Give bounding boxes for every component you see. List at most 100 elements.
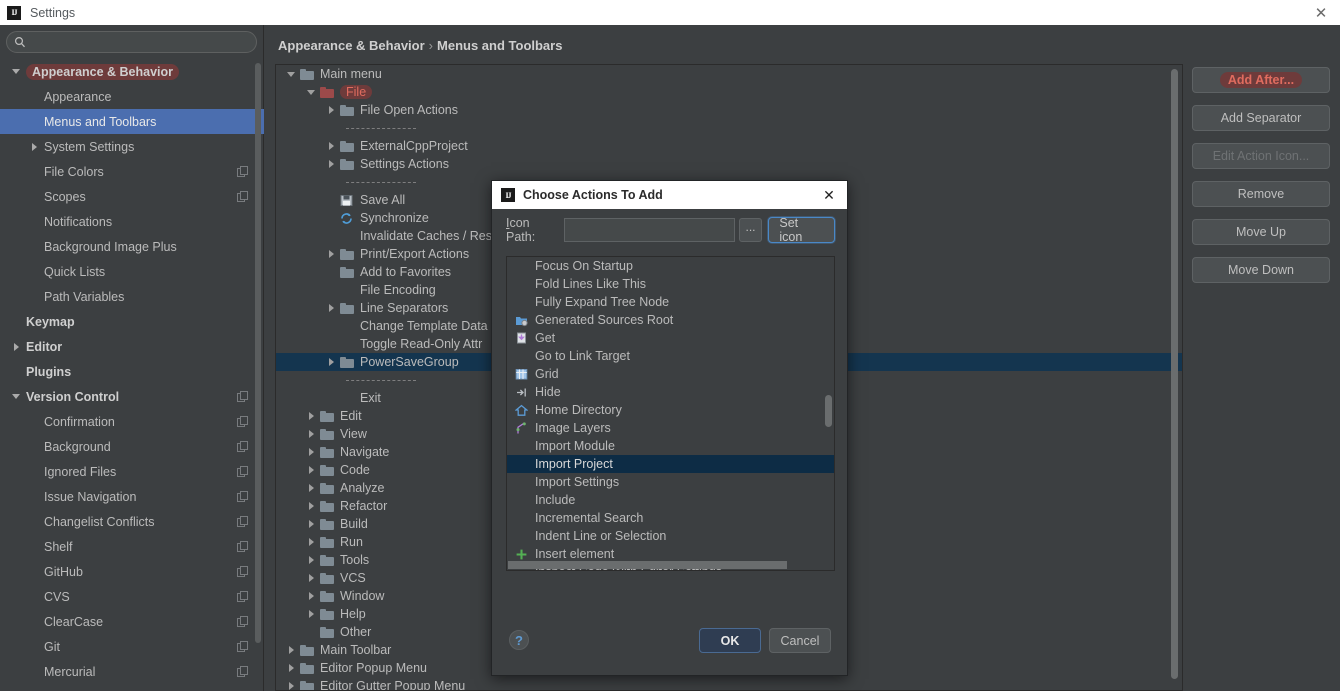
ok-button[interactable]: OK (699, 628, 761, 653)
sidebar-item-path-variables[interactable]: Path Variables (0, 284, 264, 309)
chevron-right-icon[interactable] (288, 664, 294, 672)
sidebar-item-clearcase[interactable]: ClearCase (0, 609, 264, 634)
action-list-item[interactable]: Home Directory (507, 401, 834, 419)
sidebar-item-system-settings[interactable]: System Settings (0, 134, 264, 159)
sidebar-item-shelf[interactable]: Shelf (0, 534, 264, 559)
chevron-down-icon[interactable] (12, 394, 20, 399)
search-input[interactable] (26, 35, 256, 49)
dialog-close-icon[interactable]: ✕ (821, 187, 837, 203)
sidebar-item-background-image-plus[interactable]: Background Image Plus (0, 234, 264, 259)
expander[interactable] (6, 69, 26, 74)
expander[interactable] (322, 250, 340, 258)
expander[interactable] (302, 610, 320, 618)
breadcrumb-parent[interactable]: Appearance & Behavior (278, 38, 425, 53)
copy-settings-icon[interactable] (237, 166, 248, 177)
expander[interactable] (282, 646, 300, 654)
copy-settings-icon[interactable] (237, 666, 248, 677)
copy-settings-icon[interactable] (237, 516, 248, 527)
expander[interactable] (302, 556, 320, 564)
chevron-right-icon[interactable] (13, 342, 19, 351)
action-list-item[interactable]: Get (507, 329, 834, 347)
expander[interactable] (302, 412, 320, 420)
sidebar-item-file-colors[interactable]: File Colors (0, 159, 264, 184)
chevron-right-icon[interactable] (288, 682, 294, 690)
remove-button[interactable]: Remove (1192, 181, 1330, 207)
menu-tree-row[interactable]: Editor Gutter Popup Menu (276, 677, 1182, 690)
copy-settings-icon[interactable] (237, 641, 248, 652)
sidebar-scrollbar-thumb[interactable] (255, 63, 261, 643)
copy-settings-icon[interactable] (237, 191, 248, 202)
sidebar-item-plugins[interactable]: Plugins (0, 359, 264, 384)
set-icon-button[interactable]: Set icon (768, 216, 836, 244)
chevron-right-icon[interactable] (308, 430, 314, 438)
expander[interactable] (302, 430, 320, 438)
sidebar-item-quick-lists[interactable]: Quick Lists (0, 259, 264, 284)
action-list-item[interactable]: Hide (507, 383, 834, 401)
chevron-right-icon[interactable] (31, 142, 37, 151)
add-separator-button[interactable]: Add Separator (1192, 105, 1330, 131)
sidebar-item-git[interactable]: Git (0, 634, 264, 659)
copy-settings-icon[interactable] (237, 491, 248, 502)
sidebar-item-version-control[interactable]: Version Control (0, 384, 264, 409)
chevron-right-icon[interactable] (308, 556, 314, 564)
action-list-item[interactable]: Include (507, 491, 834, 509)
menu-tree-row[interactable]: Settings Actions (276, 155, 1182, 173)
action-list-item[interactable]: Indent Line or Selection (507, 527, 834, 545)
cancel-button[interactable]: Cancel (769, 628, 831, 653)
search-box[interactable] (6, 31, 257, 53)
sidebar-item-issue-navigation[interactable]: Issue Navigation (0, 484, 264, 509)
expander[interactable] (322, 358, 340, 366)
chevron-right-icon[interactable] (308, 448, 314, 456)
copy-settings-icon[interactable] (237, 466, 248, 477)
help-button[interactable]: ? (509, 630, 529, 650)
chevron-right-icon[interactable] (328, 142, 334, 150)
chevron-right-icon[interactable] (328, 160, 334, 168)
sidebar-item-mercurial[interactable]: Mercurial (0, 659, 264, 684)
action-list-item[interactable]: Import Project (507, 455, 834, 473)
move-down-button[interactable]: Move Down (1192, 257, 1330, 283)
copy-settings-icon[interactable] (237, 591, 248, 602)
chevron-right-icon[interactable] (308, 412, 314, 420)
action-list-item[interactable]: Generated Sources Root (507, 311, 834, 329)
chevron-right-icon[interactable] (308, 538, 314, 546)
expander[interactable] (302, 89, 320, 95)
expander[interactable] (282, 664, 300, 672)
sidebar-item-editor[interactable]: Editor (0, 334, 264, 359)
action-list-item[interactable]: Import Module (507, 437, 834, 455)
copy-settings-icon[interactable] (237, 441, 248, 452)
sidebar-item-appearance[interactable]: Appearance (0, 84, 264, 109)
expander[interactable] (302, 484, 320, 492)
sidebar-item-changelist-conflicts[interactable]: Changelist Conflicts (0, 509, 264, 534)
menu-tree-row[interactable]: File Open Actions (276, 101, 1182, 119)
actions-list-vscrollbar-thumb[interactable] (825, 395, 832, 427)
chevron-right-icon[interactable] (308, 592, 314, 600)
action-list-item[interactable]: Fold Lines Like This (507, 275, 834, 293)
action-list-item[interactable]: Go to Link Target (507, 347, 834, 365)
sidebar-item-scopes[interactable]: Scopes (0, 184, 264, 209)
sidebar-item-background[interactable]: Background (0, 434, 264, 459)
menu-tree-row[interactable]: File (276, 83, 1182, 101)
browse-icon-path-button[interactable]: ... (738, 218, 763, 242)
chevron-down-icon[interactable] (287, 71, 295, 77)
menu-tree-scrollbar-thumb[interactable] (1171, 69, 1178, 679)
action-list-item[interactable]: Grid (507, 365, 834, 383)
expander[interactable] (302, 502, 320, 510)
copy-settings-icon[interactable] (237, 541, 248, 552)
chevron-right-icon[interactable] (308, 466, 314, 474)
expander[interactable] (302, 592, 320, 600)
expander[interactable] (302, 466, 320, 474)
sidebar-item-appearance-behavior[interactable]: Appearance & Behavior (0, 59, 264, 84)
expander[interactable] (322, 304, 340, 312)
expander[interactable] (282, 682, 300, 690)
icon-path-input[interactable] (563, 218, 735, 242)
expander[interactable] (322, 160, 340, 168)
chevron-down-icon[interactable] (307, 89, 315, 95)
expander[interactable] (302, 520, 320, 528)
sidebar-item-keymap[interactable]: Keymap (0, 309, 264, 334)
copy-settings-icon[interactable] (237, 566, 248, 577)
menu-tree-row[interactable]: Main menu (276, 65, 1182, 83)
actions-list[interactable]: Focus On Startup Fold Lines Like This Full… (506, 256, 835, 571)
move-up-button[interactable]: Move Up (1192, 219, 1330, 245)
expander[interactable] (322, 142, 340, 150)
actions-list-rows[interactable]: Focus On Startup Fold Lines Like This Full… (507, 257, 834, 570)
